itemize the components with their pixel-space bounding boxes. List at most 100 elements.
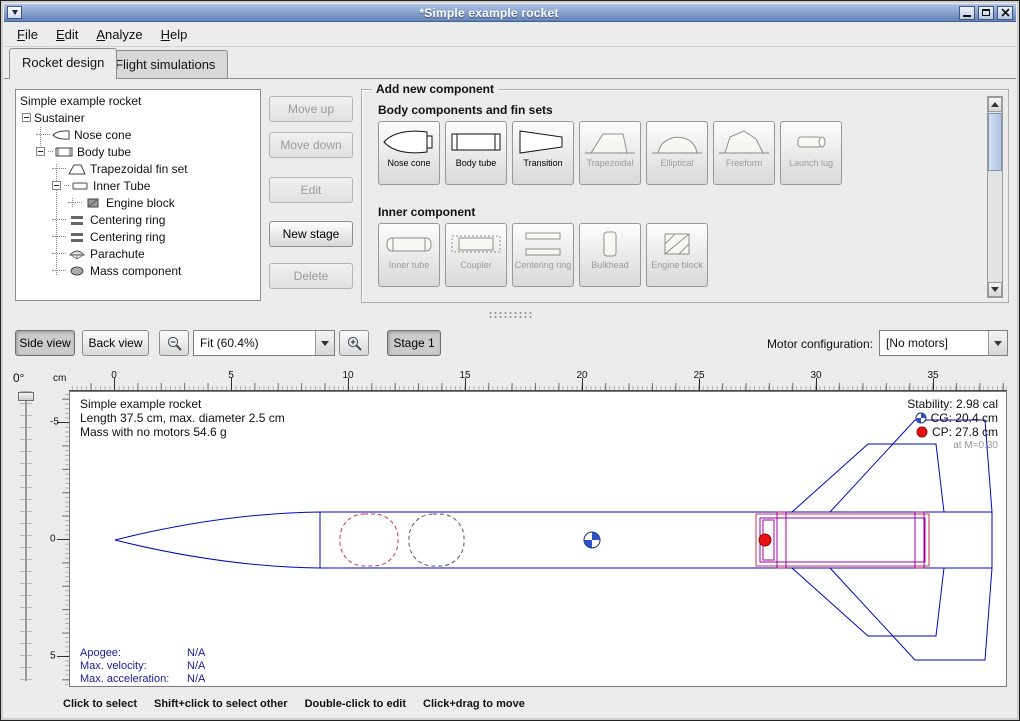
motor-configuration-combo[interactable]: [No motors]	[879, 330, 1008, 356]
vertical-ruler: -5 0 5	[49, 391, 69, 687]
stage-1-toggle-button[interactable]: Stage 1	[387, 330, 441, 356]
new-stage-button[interactable]: New stage	[269, 221, 353, 247]
add-launch-lug-button[interactable]: Launch lug	[780, 121, 842, 185]
menu-help[interactable]: Help	[152, 23, 197, 46]
tree-item-engine-block[interactable]: Engine block	[16, 194, 260, 211]
collapse-toggle-icon[interactable]	[22, 113, 31, 122]
window-menu-icon[interactable]	[7, 6, 22, 19]
combo-arrow-button[interactable]	[315, 331, 334, 355]
max-acceleration-value: N/A	[187, 673, 205, 686]
add-transition-button[interactable]: Transition	[512, 121, 574, 185]
component-button-label: Bulkhead	[581, 260, 639, 270]
scroll-up-button[interactable]	[988, 97, 1002, 112]
window-menu-arrow-icon	[12, 10, 18, 15]
zoom-out-button[interactable]	[159, 330, 189, 356]
v-ruler-label: 5	[50, 651, 56, 662]
horizontal-ruler: 0 5 10 15 20 25 30 35	[69, 369, 1007, 391]
max-velocity-label: Max. velocity:	[80, 660, 187, 673]
side-view-button[interactable]: Side view	[15, 330, 75, 356]
tree-item-parachute[interactable]: Parachute	[16, 245, 260, 262]
close-button[interactable]	[997, 6, 1013, 20]
menu-help-mnemonic: H	[161, 27, 170, 42]
menu-file-mnemonic: F	[17, 27, 25, 42]
tree-connector	[52, 219, 66, 220]
tree-item-fin-set[interactable]: Trapezoidal fin set	[16, 160, 260, 177]
tree-item-sustainer[interactable]: Sustainer	[16, 109, 260, 126]
body-tube-outline[interactable]	[320, 512, 992, 568]
v-ruler-label: -5	[50, 417, 59, 428]
mass-component-outline[interactable]	[409, 514, 464, 566]
stability-text: Stability: 2.98 cal	[907, 397, 998, 411]
move-down-button[interactable]: Move down	[269, 132, 353, 158]
h-ruler-label: 35	[927, 370, 938, 381]
component-panel-scrollbar[interactable]	[987, 96, 1003, 298]
nose-cone-outline[interactable]	[115, 512, 320, 568]
tree-item-mass-component[interactable]: Mass component	[16, 262, 260, 279]
tree-connector	[52, 270, 66, 271]
collapse-toggle-icon[interactable]	[52, 181, 61, 190]
add-trapezoidal-fin-button[interactable]: Trapezoidal	[579, 121, 641, 185]
v-ruler-label: 0	[50, 534, 56, 545]
engine-block-icon	[84, 197, 102, 209]
add-coupler-button[interactable]: Coupler	[445, 223, 507, 287]
apogee-value: N/A	[187, 647, 205, 660]
tree-item-body-tube[interactable]: Body tube	[16, 143, 260, 160]
tree-item-centering-ring-2[interactable]: Centering ring	[16, 228, 260, 245]
cg-text: CG: 20.4 cm	[931, 411, 998, 425]
rotation-slider-handle[interactable]	[18, 392, 34, 401]
menu-analyze[interactable]: Analyze	[87, 23, 151, 46]
parachute-outline[interactable]	[340, 514, 398, 566]
tree-connector	[36, 134, 50, 135]
add-bulkhead-button[interactable]: Bulkhead	[579, 223, 641, 287]
back-view-button[interactable]: Back view	[82, 330, 149, 356]
scrollbar-thumb[interactable]	[988, 113, 1002, 171]
component-button-label: Trapezoidal	[581, 158, 639, 168]
flight-data-block: Apogee:N/A Max. velocity:N/A Max. accele…	[80, 647, 205, 686]
fin-lower-rear-outline[interactable]	[792, 568, 944, 636]
combo-arrow-button[interactable]	[988, 331, 1007, 355]
component-tree[interactable]: Simple example rocket Sustainer Nose con…	[15, 89, 261, 301]
tree-item-label: Sustainer	[34, 111, 85, 125]
tree-guide-line	[72, 198, 73, 207]
menu-file-label: ile	[25, 27, 38, 42]
tab-rocket-design[interactable]: Rocket design	[9, 48, 117, 79]
motor-mount-outline[interactable]	[756, 512, 929, 568]
tree-item-nose-cone[interactable]: Nose cone	[16, 126, 260, 143]
add-engine-block-button[interactable]: Engine block	[646, 223, 708, 287]
minimize-button[interactable]	[959, 6, 975, 20]
menu-edit[interactable]: Edit	[47, 23, 87, 46]
statusbar: Click to select Shift+click to select ot…	[1, 691, 1019, 717]
motor-configuration-label: Motor configuration:	[767, 337, 873, 351]
menu-file[interactable]: File	[8, 23, 47, 46]
tree-item-rocket[interactable]: Simple example rocket	[16, 92, 260, 109]
rotation-slider-track[interactable]	[25, 391, 27, 681]
h-ruler-label: 20	[576, 370, 587, 381]
add-nose-cone-button[interactable]: Nose cone	[378, 121, 440, 185]
component-button-label: Freeform	[715, 158, 773, 168]
add-body-tube-button[interactable]: Body tube	[445, 121, 507, 185]
edit-button[interactable]: Edit	[269, 177, 353, 203]
tree-item-centering-ring-1[interactable]: Centering ring	[16, 211, 260, 228]
add-inner-tube-button[interactable]: Inner tube	[378, 223, 440, 287]
scroll-down-button[interactable]	[988, 282, 1002, 297]
delete-button[interactable]: Delete	[269, 263, 353, 289]
elliptical-fin-shape-icon	[650, 126, 704, 158]
fin-upper-rear-outline[interactable]	[792, 444, 944, 512]
component-button-label: Nose cone	[380, 158, 438, 168]
split-divider-grip[interactable]	[488, 311, 534, 319]
tab-flight-simulations[interactable]: Flight simulations	[102, 50, 228, 78]
tree-connector	[64, 185, 69, 186]
move-up-button[interactable]: Move up	[269, 96, 353, 122]
fin-lower-front-outline[interactable]	[830, 568, 992, 660]
zoom-in-button[interactable]	[339, 330, 369, 356]
collapse-toggle-icon[interactable]	[36, 147, 45, 156]
maximize-button[interactable]	[978, 6, 994, 20]
rocket-canvas[interactable]: Simple example rocket Length 37.5 cm, ma…	[69, 391, 1007, 687]
add-elliptical-fin-button[interactable]: Elliptical	[646, 121, 708, 185]
hint-shift-click: Shift+click to select other	[154, 698, 288, 710]
tree-item-inner-tube[interactable]: Inner Tube	[16, 177, 260, 194]
add-centering-ring-button[interactable]: Centering ring	[512, 223, 574, 287]
add-freeform-fin-button[interactable]: Freeform	[713, 121, 775, 185]
titlebar[interactable]: *Simple example rocket	[4, 4, 1016, 22]
zoom-level-combo[interactable]: Fit (60.4%)	[193, 330, 335, 356]
